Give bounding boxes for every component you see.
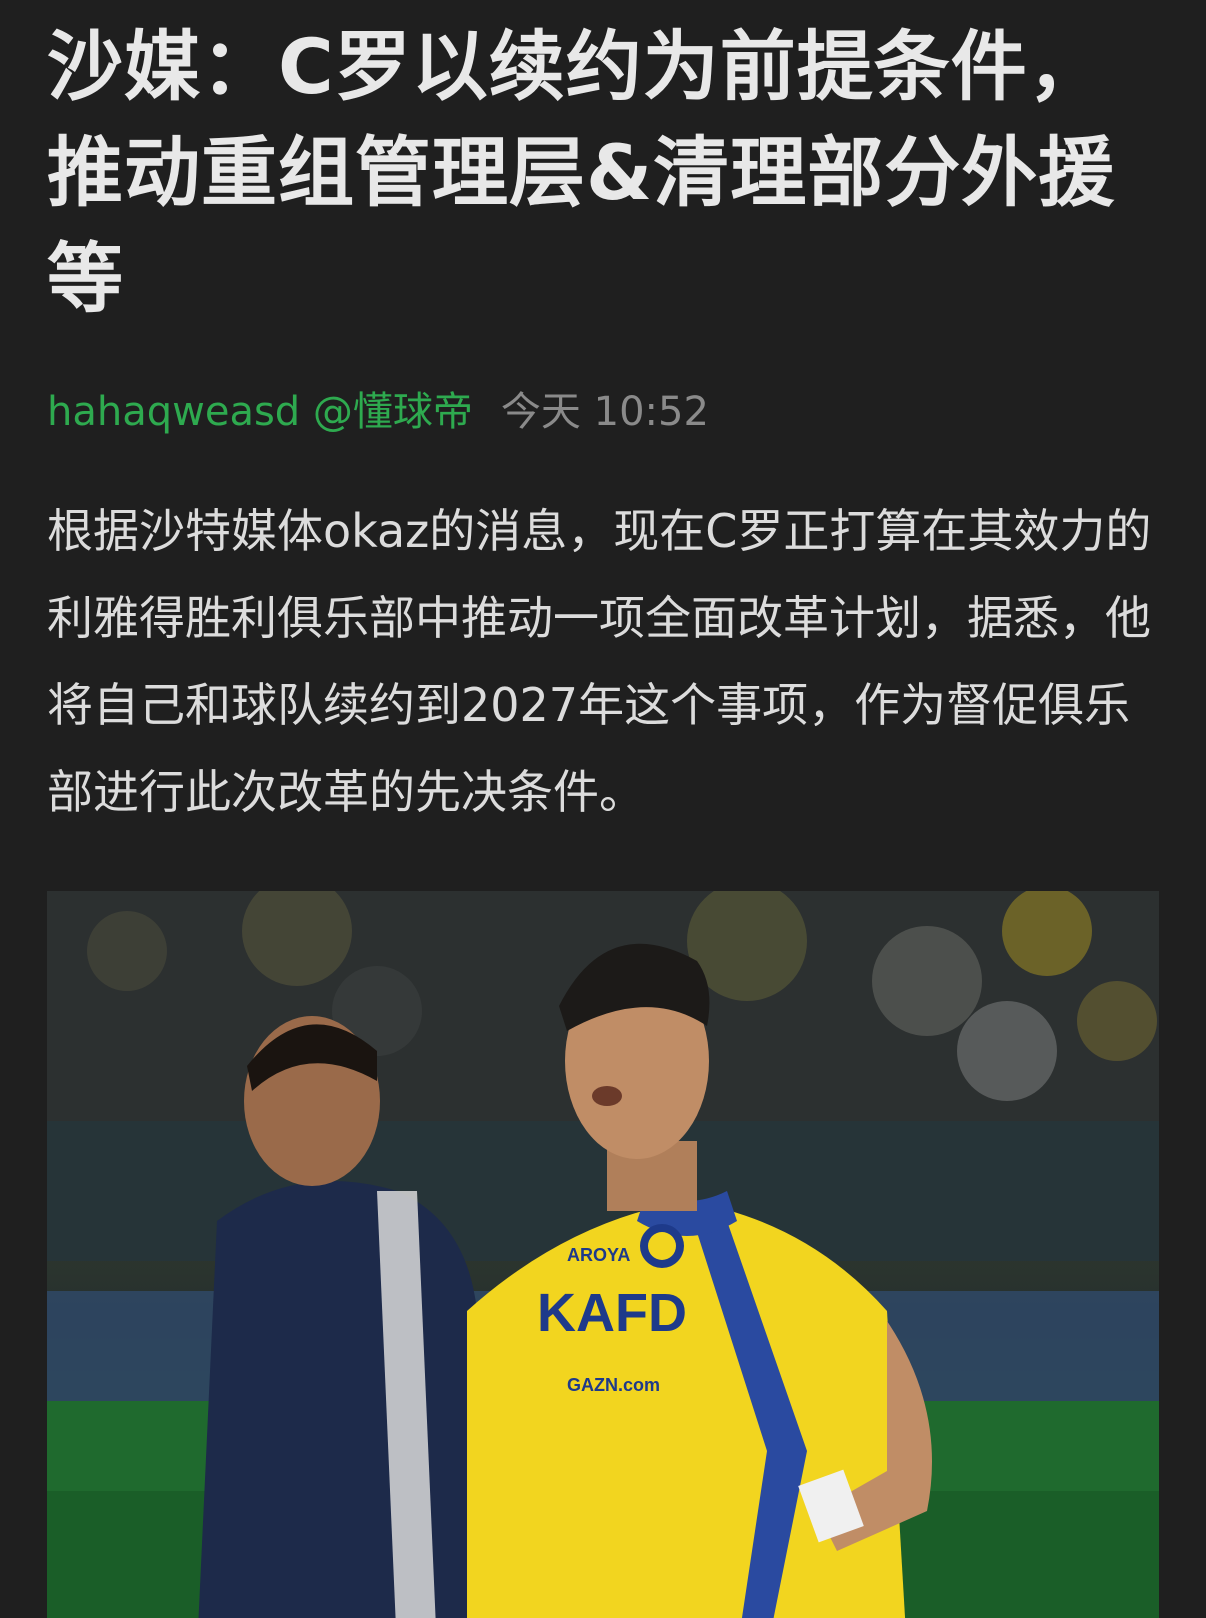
author-link[interactable]: hahaqweasd @懂球帝 xyxy=(47,389,473,435)
jersey-gazn-text: GAZN.com xyxy=(567,1375,660,1395)
photo-illustration: AROYA KAFD GAZN.com xyxy=(47,891,1159,1618)
jersey-kafd-text: KAFD xyxy=(537,1283,687,1343)
article-title: 沙媒：C罗以续约为前提条件，推动重组管理层&清理部分外援等 xyxy=(47,22,1116,323)
article-meta: hahaqweasd @懂球帝 今天 10:52 xyxy=(47,388,1159,436)
article-photo[interactable]: AROYA KAFD GAZN.com xyxy=(47,891,1159,1618)
publish-time: 今天 10:52 xyxy=(500,389,709,435)
article: 沙媒：C罗以续约为前提条件，推动重组管理层&清理部分外援等 hahaqweasd… xyxy=(47,0,1159,882)
article-body: 根据沙特媒体okaz的消息，现在C罗正打算在其效力的利雅得胜利俱乐部中推动一项全… xyxy=(47,504,1152,819)
jersey-aroya-text: AROYA xyxy=(567,1245,630,1265)
